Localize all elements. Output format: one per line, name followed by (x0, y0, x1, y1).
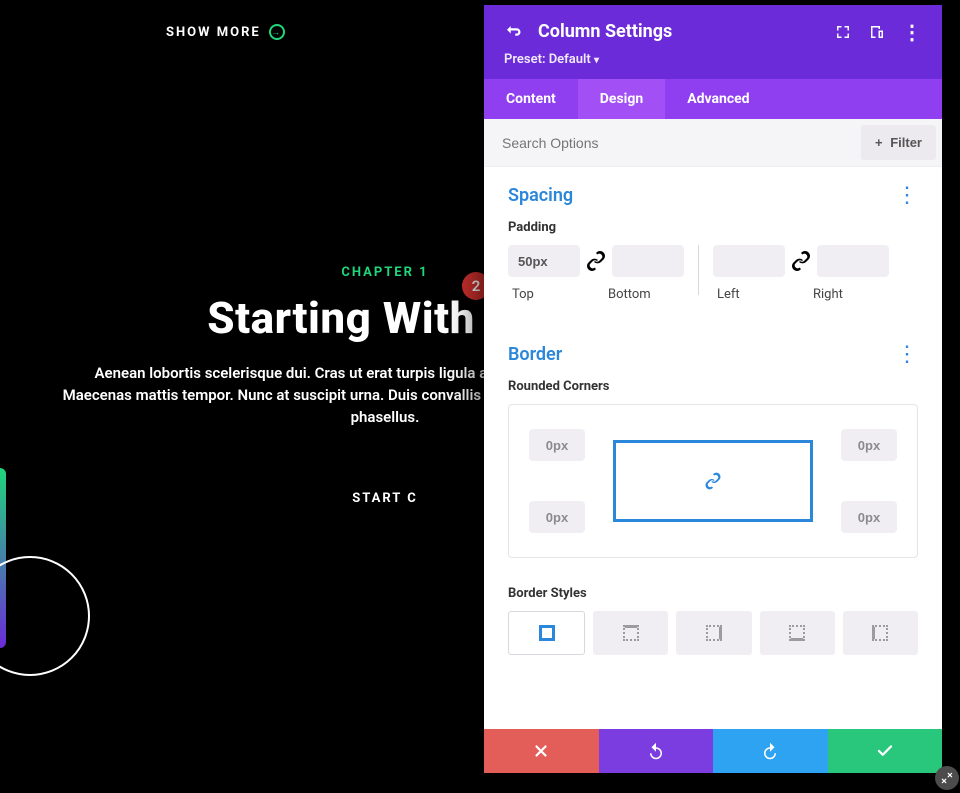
resize-icon (940, 771, 954, 785)
preset-label: Preset: Default (504, 52, 591, 67)
decorative-circle (0, 556, 90, 676)
panel-tabs: Content Design Advanced (484, 79, 942, 119)
corner-tr-input[interactable] (841, 429, 897, 461)
corner-br-input[interactable] (841, 501, 897, 533)
border-style-left[interactable] (843, 611, 918, 655)
back-icon[interactable] (504, 23, 522, 41)
section-spacing-toggle[interactable]: Spacing (508, 185, 573, 206)
border-style-all[interactable] (508, 611, 585, 655)
divider (698, 245, 699, 295)
border-styles-row (508, 611, 918, 655)
show-more-label: SHOW MORE (166, 25, 261, 40)
panel-footer (484, 729, 942, 773)
search-input[interactable] (484, 121, 855, 165)
filter-button[interactable]: + Filter (861, 125, 936, 160)
link-icon[interactable] (584, 245, 608, 277)
panel-title: Column Settings (538, 21, 818, 42)
check-icon (876, 742, 894, 760)
redo-button[interactable] (713, 729, 828, 773)
resize-handle[interactable] (935, 766, 959, 790)
padding-left-caption: Left (717, 287, 789, 302)
border-style-right[interactable] (676, 611, 751, 655)
responsive-icon[interactable] (868, 23, 886, 41)
redo-icon (761, 742, 779, 760)
panel-header: Column Settings ⋮ Preset: Default (484, 5, 942, 79)
panel-menu-icon[interactable]: ⋮ (902, 27, 922, 37)
corners-preview[interactable] (613, 440, 813, 522)
border-styles-label: Border Styles (508, 586, 918, 601)
tab-design[interactable]: Design (578, 79, 665, 119)
search-row: + Filter (484, 119, 942, 167)
padding-left-input[interactable] (713, 245, 785, 277)
corner-bl-input[interactable] (529, 501, 585, 533)
tab-advanced[interactable]: Advanced (665, 79, 771, 119)
border-style-bottom[interactable] (760, 611, 835, 655)
cancel-button[interactable] (484, 729, 599, 773)
panel-body: Spacing ⋮ Padding Top Bottom (484, 167, 942, 729)
padding-right-caption: Right (813, 287, 885, 302)
link-icon (703, 471, 723, 491)
undo-button[interactable] (599, 729, 714, 773)
expand-icon[interactable] (834, 23, 852, 41)
padding-right-input[interactable] (817, 245, 889, 277)
padding-top-input[interactable] (508, 245, 580, 277)
filter-label: Filter (890, 135, 922, 150)
column-settings-panel: Column Settings ⋮ Preset: Default Conten… (484, 5, 942, 773)
corner-tl-input[interactable] (529, 429, 585, 461)
arrow-right-icon: → (269, 24, 285, 40)
save-button[interactable] (828, 729, 943, 773)
undo-icon (647, 742, 665, 760)
padding-top-caption: Top (512, 287, 584, 302)
padding-label: Padding (508, 220, 918, 235)
close-icon (532, 742, 550, 760)
border-style-top[interactable] (593, 611, 668, 655)
show-more-link[interactable]: SHOW MORE → (166, 24, 285, 40)
padding-bottom-input[interactable] (612, 245, 684, 277)
rounded-corners-label: Rounded Corners (508, 379, 918, 394)
padding-controls: Top Bottom Left Right (508, 245, 918, 302)
link-icon[interactable] (789, 245, 813, 277)
preset-dropdown[interactable]: Preset: Default (504, 52, 922, 67)
tab-content[interactable]: Content (484, 79, 578, 119)
section-border-toggle[interactable]: Border (508, 344, 562, 365)
padding-bottom-caption: Bottom (608, 287, 680, 302)
rounded-corners-box (508, 404, 918, 558)
plus-icon: + (875, 135, 883, 150)
